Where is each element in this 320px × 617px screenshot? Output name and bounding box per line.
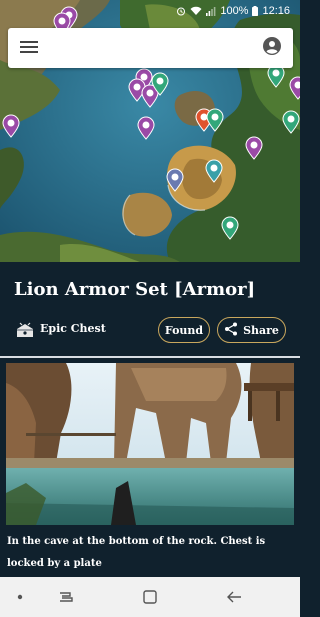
map-pin-resource[interactable] <box>282 110 300 134</box>
found-label: Found <box>164 323 204 337</box>
found-button[interactable]: Found <box>158 317 210 343</box>
alarm-icon <box>176 6 186 16</box>
navigation-bar <box>0 577 300 617</box>
map-pin-resource[interactable] <box>221 216 239 240</box>
map-pin-resource[interactable] <box>206 108 224 132</box>
item-title: Lion Armor Set [Armor] <box>14 279 256 300</box>
back-icon[interactable] <box>224 587 244 607</box>
location-photo[interactable] <box>6 363 294 525</box>
recent-apps-icon[interactable] <box>56 587 76 607</box>
location-description: In the cave at the bottom of the rock. C… <box>7 536 266 569</box>
share-button[interactable]: Share <box>217 317 286 343</box>
category-label: Epic Chest <box>40 322 106 335</box>
map-pin-chest[interactable] <box>245 136 263 160</box>
battery-percent: 100% <box>220 5 249 17</box>
account-icon[interactable] <box>263 37 281 59</box>
menu-icon[interactable] <box>20 39 38 58</box>
status-bar: 100% 12:16 <box>0 0 300 22</box>
divider <box>0 356 300 358</box>
battery-icon <box>252 6 259 16</box>
map-pin-resource[interactable] <box>151 72 169 96</box>
home-icon[interactable] <box>140 587 160 607</box>
share-icon <box>224 322 238 339</box>
signal-icon <box>206 6 216 16</box>
map-pin-chest[interactable] <box>166 168 184 192</box>
wifi-icon <box>190 6 202 16</box>
map-pin-chest[interactable] <box>137 116 155 140</box>
map-pin-chest[interactable] <box>289 76 300 100</box>
clock: 12:16 <box>262 5 290 17</box>
map-pin-chest[interactable] <box>2 114 20 138</box>
share-label: Share <box>243 323 279 337</box>
dot-icon[interactable] <box>10 587 30 607</box>
chest-icon <box>14 319 36 341</box>
app-bar <box>8 28 293 68</box>
map-pin-resource[interactable] <box>205 159 223 183</box>
